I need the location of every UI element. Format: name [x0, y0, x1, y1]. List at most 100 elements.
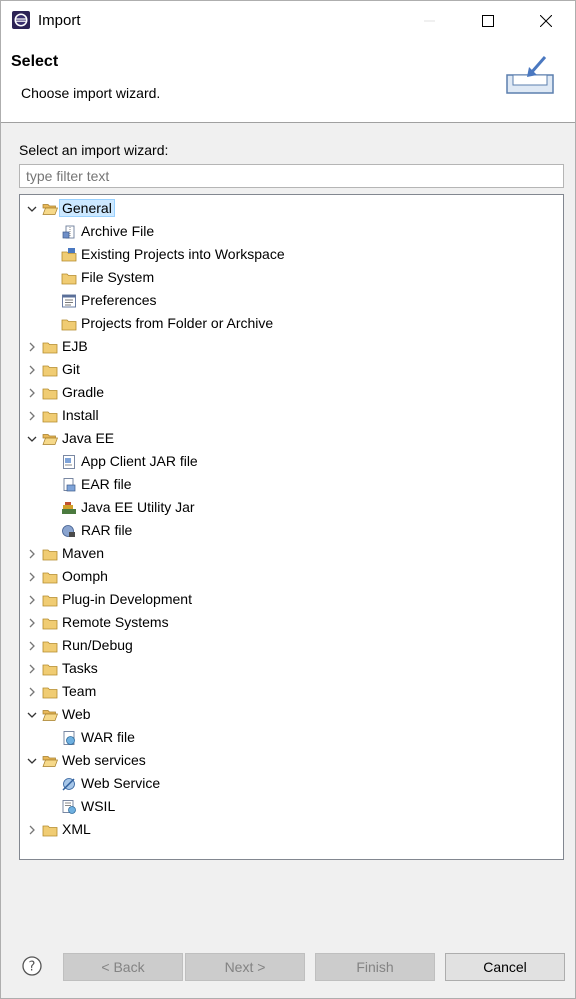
tree-category[interactable]: EJB [20, 335, 563, 358]
chevron-right-icon[interactable] [25, 823, 39, 837]
tree-item-label: Git [62, 361, 80, 377]
tree-item-label: Web Service [81, 775, 161, 791]
tree-category[interactable]: Gradle [20, 381, 563, 404]
cancel-button[interactable]: Cancel [445, 953, 565, 981]
finish-button[interactable]: Finish [315, 953, 435, 981]
import-dialog: Import Select Choose import wizard. Sele… [0, 0, 576, 999]
tree-item-label: Maven [62, 545, 105, 561]
tree-category[interactable]: Maven [20, 542, 563, 565]
existing-projects-icon [61, 248, 77, 262]
tree-item[interactable]: WAR file [20, 726, 563, 749]
import-banner-icon [506, 56, 554, 94]
tree-category[interactable]: XML [20, 818, 563, 841]
tree-item[interactable]: Preferences [20, 289, 563, 312]
tree-item-label: XML [62, 821, 91, 837]
tree-item[interactable]: Web Service [20, 772, 563, 795]
tree-item-label: Java EE Utility Jar [81, 499, 195, 515]
folder-open-icon [42, 204, 58, 215]
wizard-header: Select Choose import wizard. [1, 41, 575, 123]
folder-icon [42, 549, 58, 561]
chevron-right-icon[interactable] [25, 570, 39, 584]
title-bar: Import [1, 1, 575, 41]
chevron-right-icon[interactable] [25, 662, 39, 676]
chevron-right-icon[interactable] [25, 593, 39, 607]
chevron-right-icon[interactable] [25, 363, 39, 377]
tree-item[interactable]: EAR file [20, 473, 563, 496]
folder-open-icon [42, 434, 58, 445]
close-icon [540, 15, 552, 27]
tree-item-label: Archive File [81, 223, 155, 239]
tree-item-label: Preferences [81, 292, 157, 308]
tree-category[interactable]: Install [20, 404, 563, 427]
svg-text:?: ? [29, 960, 36, 975]
tree-category[interactable]: Run/Debug [20, 634, 563, 657]
tree-item[interactable]: App Client JAR file [20, 450, 563, 473]
wizard-tree[interactable]: General Archive File Existing Projects int… [19, 194, 564, 860]
tree-category[interactable]: Oomph [20, 565, 563, 588]
chevron-right-icon[interactable] [25, 685, 39, 699]
ear-file-icon [63, 478, 76, 492]
back-button[interactable]: < Back [63, 953, 183, 981]
preferences-icon [62, 294, 76, 308]
tree-category[interactable]: Plug-in Development [20, 588, 563, 611]
folder-icon [42, 825, 58, 837]
window-title: Import [38, 12, 81, 29]
tree-item[interactable]: WSIL [20, 795, 563, 818]
tree-item-label: WSIL [81, 798, 116, 814]
app-client-jar-icon [63, 455, 75, 469]
chevron-down-icon[interactable] [25, 754, 39, 768]
tree-category[interactable]: Tasks [20, 657, 563, 680]
close-button[interactable] [517, 1, 575, 41]
folder-icon [61, 273, 77, 285]
tree-category[interactable]: General [20, 197, 563, 220]
tree-item[interactable]: File System [20, 266, 563, 289]
tree-item-label: Remote Systems [62, 614, 169, 630]
tree-category[interactable]: Java EE [20, 427, 563, 450]
chevron-down-icon[interactable] [25, 708, 39, 722]
tree-item-label: Java EE [62, 430, 115, 446]
tree-item-label: Install [62, 407, 99, 423]
chevron-right-icon[interactable] [25, 547, 39, 561]
folder-icon [42, 365, 58, 377]
tree-category[interactable]: Remote Systems [20, 611, 563, 634]
tree-item-label: Oomph [62, 568, 108, 584]
tree-item[interactable]: Archive File [20, 220, 563, 243]
maximize-icon [482, 15, 494, 27]
filter-input[interactable] [19, 164, 564, 188]
tree-category[interactable]: Web services [20, 749, 563, 772]
chevron-down-icon[interactable] [25, 432, 39, 446]
folder-icon [42, 618, 58, 630]
tree-item-label: WAR file [81, 729, 135, 745]
tree-item[interactable]: Existing Projects into Workspace [20, 243, 563, 266]
tree-item-label: Gradle [62, 384, 105, 400]
chevron-right-icon[interactable] [25, 616, 39, 630]
tree-item-label: Tasks [62, 660, 98, 676]
minimize-button[interactable] [401, 1, 459, 41]
tree-item[interactable]: Projects from Folder or Archive [20, 312, 563, 335]
tree-item-label: Web [62, 706, 91, 722]
tree-item[interactable]: RAR file [20, 519, 563, 542]
tree-item-label: App Client JAR file [81, 453, 198, 469]
chevron-right-icon[interactable] [25, 340, 39, 354]
folder-icon [42, 595, 58, 607]
tree-item-label: Projects from Folder or Archive [81, 315, 274, 331]
chevron-right-icon[interactable] [25, 386, 39, 400]
tree-category[interactable]: Web [20, 703, 563, 726]
eclipse-icon [12, 11, 30, 29]
tree-category[interactable]: Git [20, 358, 563, 381]
chevron-down-icon[interactable] [25, 202, 39, 216]
maximize-button[interactable] [459, 1, 517, 41]
archive-file-icon [62, 225, 75, 239]
page-description: Choose import wizard. [21, 85, 161, 101]
tree-category[interactable]: Team [20, 680, 563, 703]
tree-item-label: Web services [62, 752, 146, 768]
tree-item[interactable]: Java EE Utility Jar [20, 496, 563, 519]
folder-icon [42, 687, 58, 699]
next-button[interactable]: Next > [185, 953, 305, 981]
help-icon[interactable]: ? [22, 956, 42, 976]
tree-item-label: General [59, 199, 115, 217]
tree-item-label: Team [62, 683, 97, 699]
chevron-right-icon[interactable] [25, 639, 39, 653]
folder-open-icon [42, 756, 58, 767]
chevron-right-icon[interactable] [25, 409, 39, 423]
